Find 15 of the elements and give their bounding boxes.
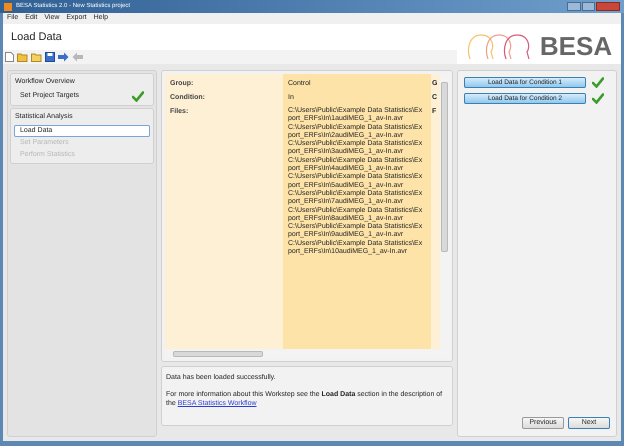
vertical-scrollbar[interactable] (440, 74, 449, 358)
maximize-button[interactable] (582, 2, 595, 11)
app-icon (4, 2, 12, 10)
scrollbar-thumb[interactable] (173, 350, 263, 356)
minimize-button[interactable] (567, 2, 581, 11)
logo-text: BESA (540, 33, 612, 59)
scrollbar-thumb[interactable] (441, 82, 448, 252)
close-button[interactable] (596, 2, 620, 11)
open-folder-icon[interactable] (17, 52, 28, 62)
new-document-icon[interactable] (5, 52, 14, 62)
page-title: Load Data (11, 30, 62, 45)
arrow-icon[interactable] (58, 52, 69, 62)
arrow-icon (72, 52, 83, 62)
horizontal-scrollbar[interactable] (165, 349, 440, 358)
save-icon[interactable] (45, 52, 55, 62)
